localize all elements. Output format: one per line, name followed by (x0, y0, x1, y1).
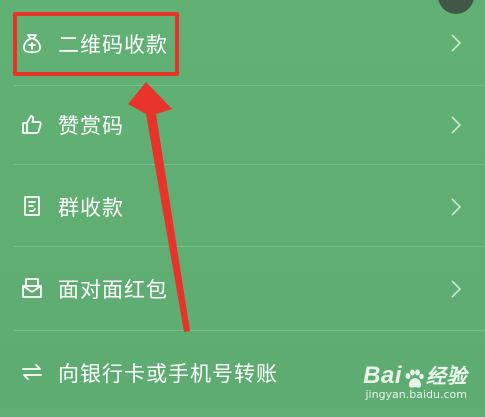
menu-item-face-to-face-red-packet[interactable]: 面对面红包 (0, 247, 485, 333)
transfer-icon (20, 360, 44, 384)
watermark-brand-left: Bai (363, 362, 402, 389)
menu-item-group-collect[interactable]: 群收款 (0, 165, 485, 251)
highlight-box (13, 12, 179, 76)
red-packet-icon (20, 276, 44, 300)
chevron-right-icon (451, 116, 462, 134)
thumbs-up-icon (20, 112, 44, 136)
chevron-right-icon (451, 34, 462, 52)
menu-item-appreciation-code[interactable]: 赞赏码 (0, 86, 485, 172)
baidu-jingyan-watermark: Bai 经验 jingyan.baidu.com (363, 360, 467, 401)
watermark-brand-right: 经验 (426, 366, 467, 388)
chevron-right-icon (451, 198, 462, 216)
paw-logo-icon (405, 369, 424, 388)
watermark-url: jingyan.baidu.com (365, 388, 467, 401)
chevron-right-icon (451, 280, 462, 298)
menu-item-label: 赞赏码 (58, 114, 124, 138)
menu-item-label: 向银行卡或手机号转账 (58, 362, 278, 386)
payment-menu-screen: 二维码收款 赞赏码 群收款 面对面红包 向银行卡或手机号转账 Bai 经验 ji… (0, 0, 485, 407)
menu-item-label: 面对面红包 (58, 278, 168, 302)
menu-item-label: 群收款 (58, 196, 124, 220)
receipt-icon (20, 194, 44, 218)
